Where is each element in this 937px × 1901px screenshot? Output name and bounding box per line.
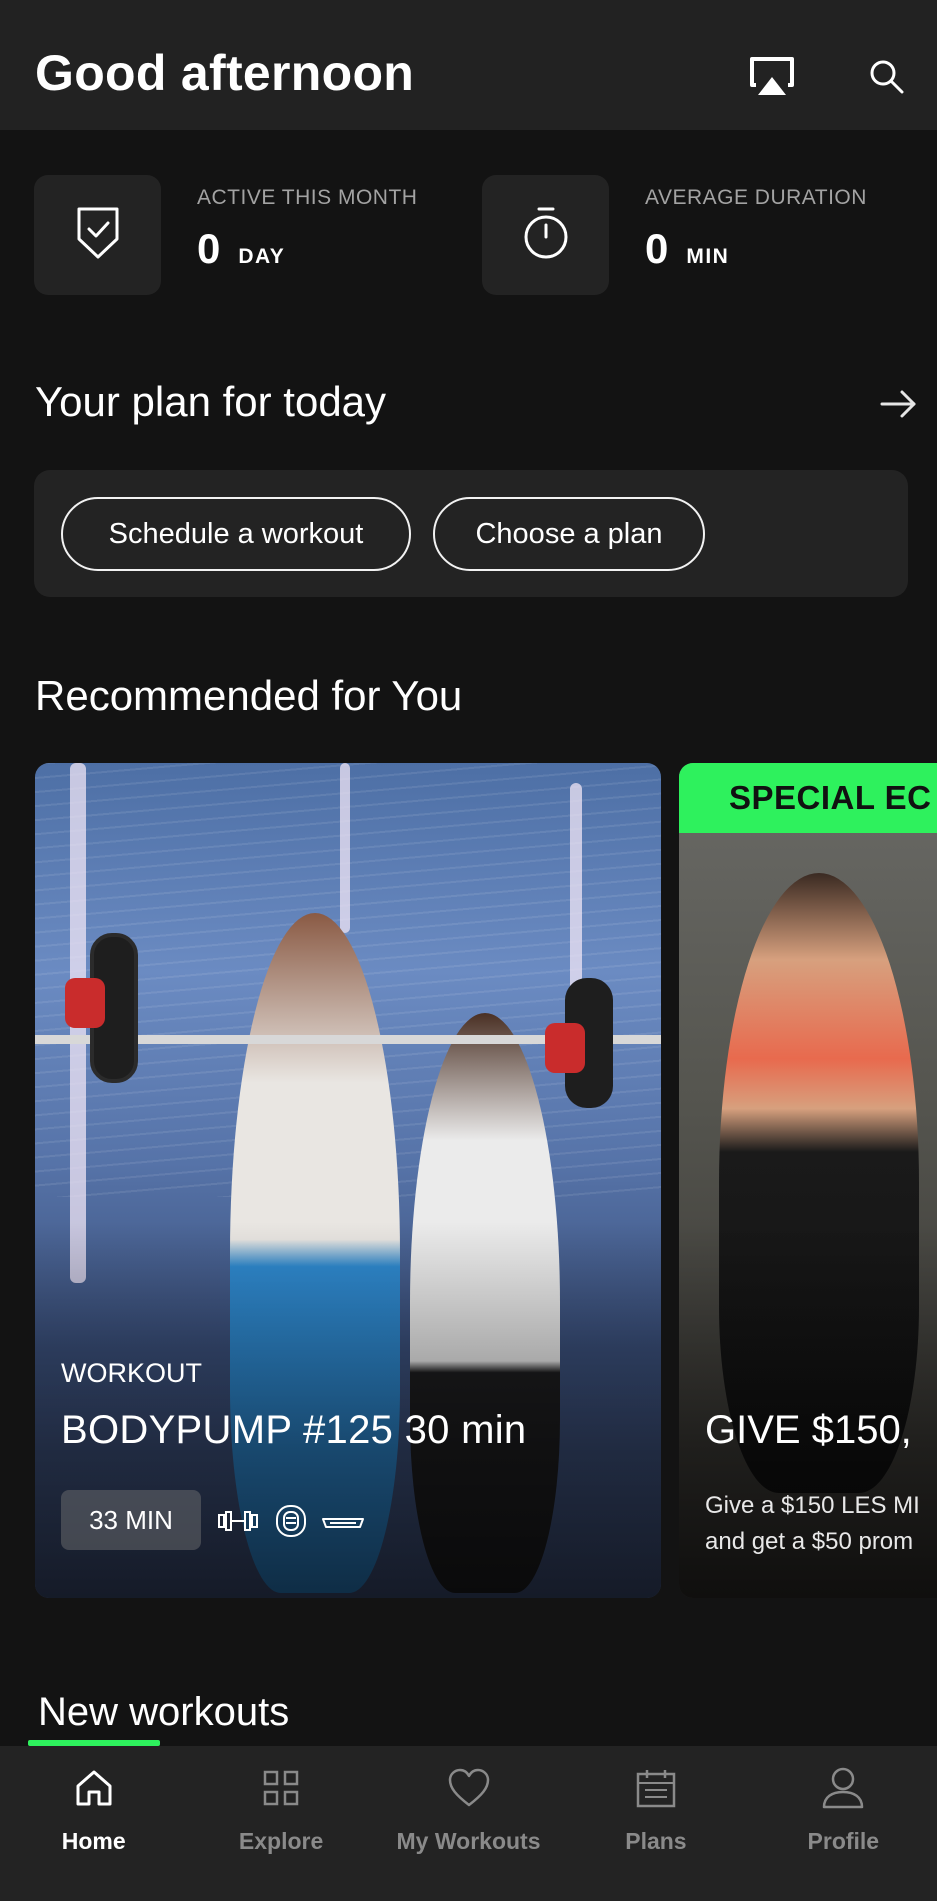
top-bar: Good afternoon [0,0,937,130]
workout-card[interactable]: WORKOUT BODYPUMP #125 30 min 33 MIN [35,763,661,1598]
arrow-right-icon[interactable] [876,382,920,426]
grid-icon [257,1764,305,1812]
card-title: BODYPUMP #125 30 min [61,1408,527,1452]
active-month-unit: DAY [238,245,286,268]
avg-duration-label: AVERAGE DURATION [645,186,867,209]
nav-home[interactable]: Home [0,1746,187,1901]
nav-label: Home [61,1828,126,1854]
active-month-value: 0 DAY [197,225,285,273]
step-icon [320,1503,366,1539]
active-month-tile [34,175,161,295]
nav-my-workouts[interactable]: My Workouts [375,1746,562,1901]
schedule-workout-button[interactable]: Schedule a workout [61,497,411,571]
weight-plate [545,1023,585,1073]
avg-duration-value: 0 MIN [645,225,729,273]
card-type-label: WORKOUT [61,1358,202,1388]
nav-explore[interactable]: Explore [187,1746,374,1901]
shield-check-icon [75,205,121,266]
promo-description-line: and get a $50 prom [705,1528,914,1555]
heart-icon [445,1764,493,1812]
avg-duration-unit: MIN [686,245,730,268]
person-icon [819,1764,867,1812]
promo-description: Give a $150 LES MI and get a $50 prom [705,1488,920,1560]
home-icon [70,1764,118,1812]
nav-label: Explore [238,1828,324,1854]
greeting-title: Good afternoon [35,45,415,101]
promo-description-line: Give a $150 LES MI [705,1492,920,1519]
promo-card[interactable]: SPECIAL EC GIVE $150, Give a $150 LES MI… [679,763,937,1598]
nav-profile[interactable]: Profile [750,1746,937,1901]
calendar-icon [632,1764,680,1812]
avg-duration-number: 0 [645,225,669,272]
decor-pillar [340,763,350,933]
stopwatch-icon [521,205,571,266]
recommended-section-title: Recommended for You [35,672,463,719]
weight-plate-icon [275,1503,307,1539]
active-month-number: 0 [197,225,221,272]
duration-chip: 33 MIN [61,1490,201,1550]
new-workouts-title: New workouts [38,1690,290,1734]
active-month-label: ACTIVE THIS MONTH [197,186,418,209]
bottom-nav: Home Explore My Workouts Plans Profile [0,1746,937,1901]
choose-plan-button[interactable]: Choose a plan [433,497,705,571]
dumbbell-icon [217,1503,259,1539]
weight-plate [65,978,105,1028]
airplay-icon[interactable] [747,52,797,102]
avg-duration-tile [482,175,609,295]
plan-section-title: Your plan for today [35,378,387,425]
nav-label: Profile [807,1828,880,1854]
nav-plans[interactable]: Plans [562,1746,749,1901]
search-icon[interactable] [862,52,912,102]
nav-label: My Workouts [396,1828,541,1854]
nav-label: Plans [625,1828,687,1854]
special-banner: SPECIAL EC [679,763,937,833]
promo-title: GIVE $150, [705,1408,912,1452]
